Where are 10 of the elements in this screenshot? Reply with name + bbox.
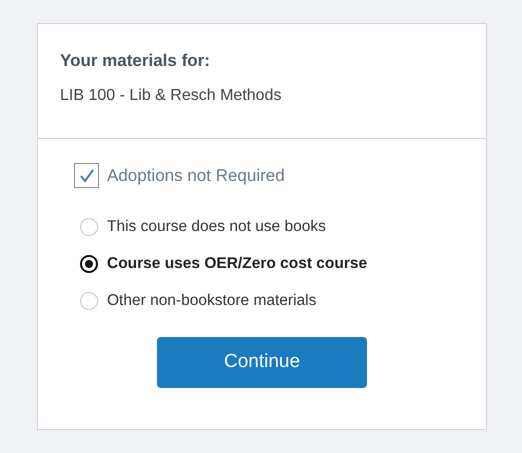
radio-label: Course uses OER/Zero cost course xyxy=(107,254,368,274)
radio-label: This course does not use books xyxy=(107,217,326,238)
check-icon xyxy=(78,168,94,183)
radio-label: Other non-bookstore materials xyxy=(107,291,316,312)
course-name: LIB 100 - Lib & Resch Methods xyxy=(60,86,282,106)
checkbox[interactable] xyxy=(74,163,99,188)
radio-button[interactable] xyxy=(80,255,98,273)
checkbox-label: Adoptions not Required xyxy=(107,165,285,187)
card-title: Your materials for: xyxy=(60,50,211,72)
continue-button[interactable]: Continue xyxy=(157,336,367,388)
